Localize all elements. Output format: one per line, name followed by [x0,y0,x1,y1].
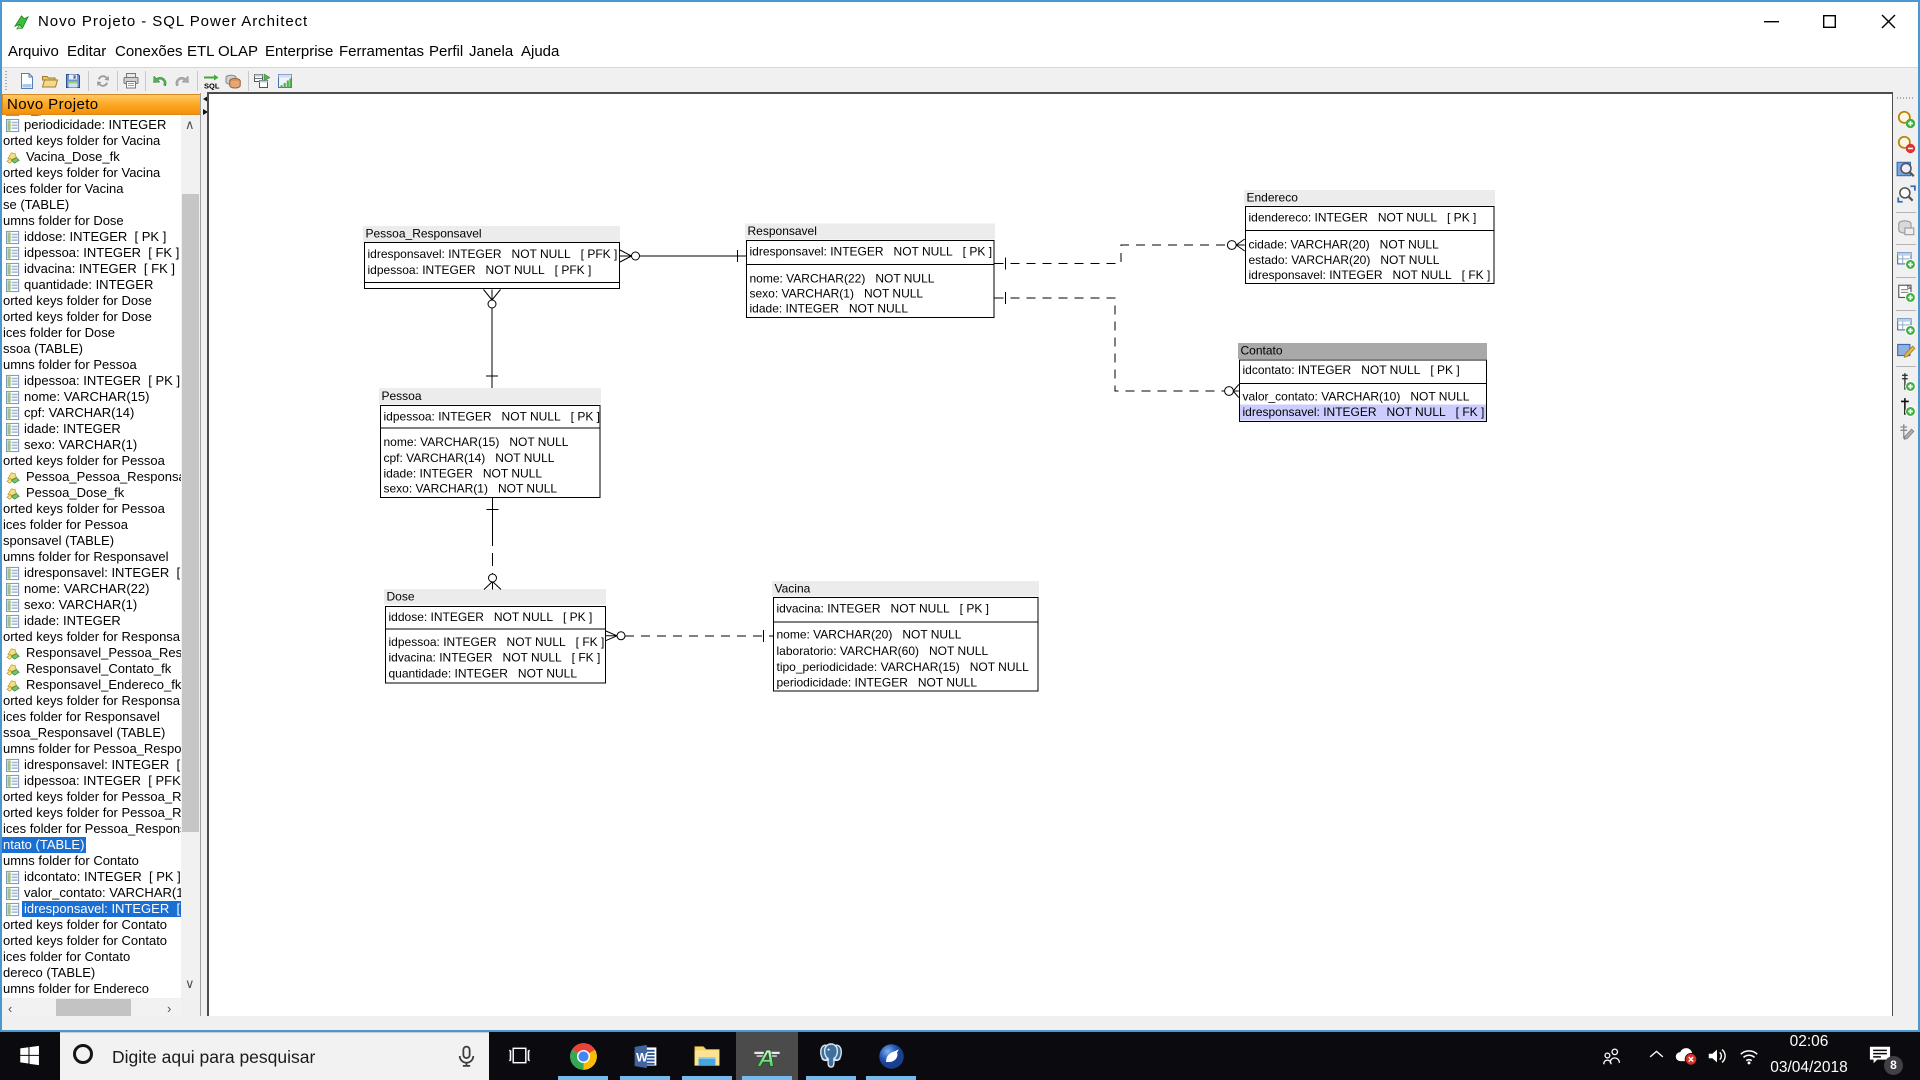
svg-text:A: A [757,1045,776,1071]
svg-text:SQL: SQL [204,82,220,91]
svg-text:W: W [636,1050,648,1064]
